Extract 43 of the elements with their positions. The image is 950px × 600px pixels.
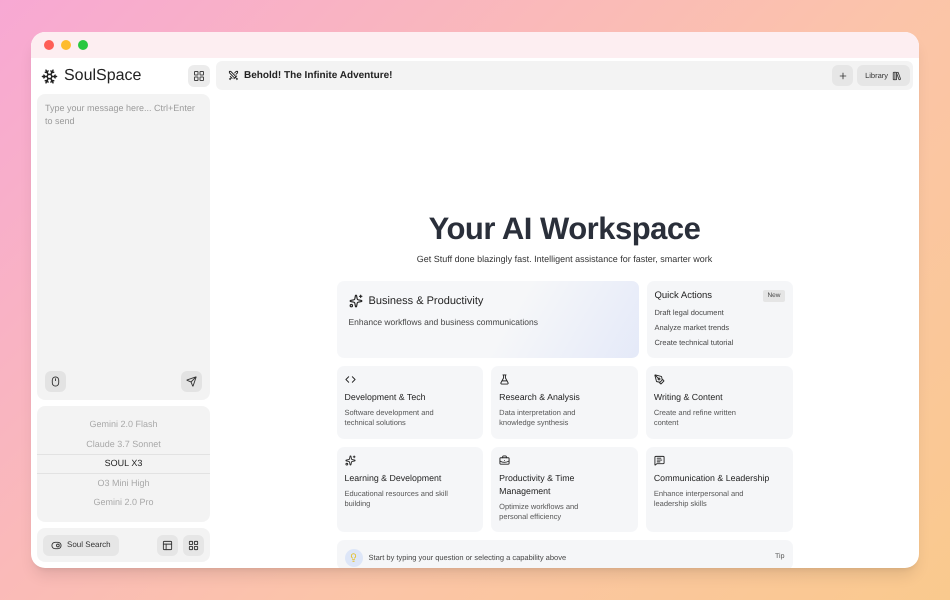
card-title: Development & Tech (344, 390, 427, 404)
soul-search-button[interactable]: Soul Search (43, 534, 119, 556)
apps-button[interactable] (183, 534, 204, 556)
logo-icon (41, 68, 58, 84)
apps-button[interactable] (188, 65, 210, 87)
mouse-icon (50, 376, 61, 387)
capability-icon (499, 374, 510, 384)
chat-title: Behold! The Infinite Adventure! (244, 69, 393, 83)
capability-icon (654, 374, 665, 384)
lightbulb-icon (344, 548, 362, 566)
layout-icon (162, 540, 173, 550)
capability-icon (499, 454, 510, 466)
new-chat-button[interactable] (832, 65, 854, 86)
featured-card[interactable]: Business & Productivity Enhance workflows and business communications (336, 280, 638, 358)
plus-icon (838, 70, 848, 80)
card-title: Writing & Content (654, 390, 724, 404)
card-title: Communication & Leadership (654, 472, 770, 484)
grid-icon (193, 70, 205, 82)
toggle-icon (51, 540, 62, 550)
card-description: Enhance workflows and business communications (348, 316, 539, 329)
capability-icon (344, 454, 356, 466)
message-field[interactable]: Type your message here... Ctrl+Enter to send (37, 94, 210, 400)
capability-icon (344, 374, 356, 384)
layout-button[interactable] (157, 534, 178, 556)
model-option[interactable]: SOUL X3 (37, 454, 210, 474)
swords-icon (228, 70, 239, 81)
mouse-button[interactable] (45, 371, 66, 392)
message-input[interactable]: Type your message here... Ctrl+Enter to send (45, 102, 202, 371)
card-title: Business & Productivity (368, 294, 484, 308)
send-button[interactable] (181, 371, 202, 392)
card-title: Research & Analysis (499, 390, 581, 404)
card-title: Productivity & Time Management (499, 472, 576, 498)
card-title: Learning & Development (344, 472, 442, 484)
brand-name: SoulSpace (64, 66, 142, 86)
quick-actions-title: Quick Actions (654, 288, 712, 302)
sparkles-icon (348, 294, 362, 308)
hero-title: Your AI Workspace (428, 211, 700, 247)
close-window-button[interactable] (44, 40, 54, 50)
capability-icon (654, 454, 665, 466)
books-icon (892, 70, 902, 80)
grid-icon (188, 540, 199, 550)
send-icon (186, 376, 197, 387)
hero-subtitle: Get Stuff done blazingly fast. Intelligent assistance for faster, smarter work (416, 253, 712, 266)
